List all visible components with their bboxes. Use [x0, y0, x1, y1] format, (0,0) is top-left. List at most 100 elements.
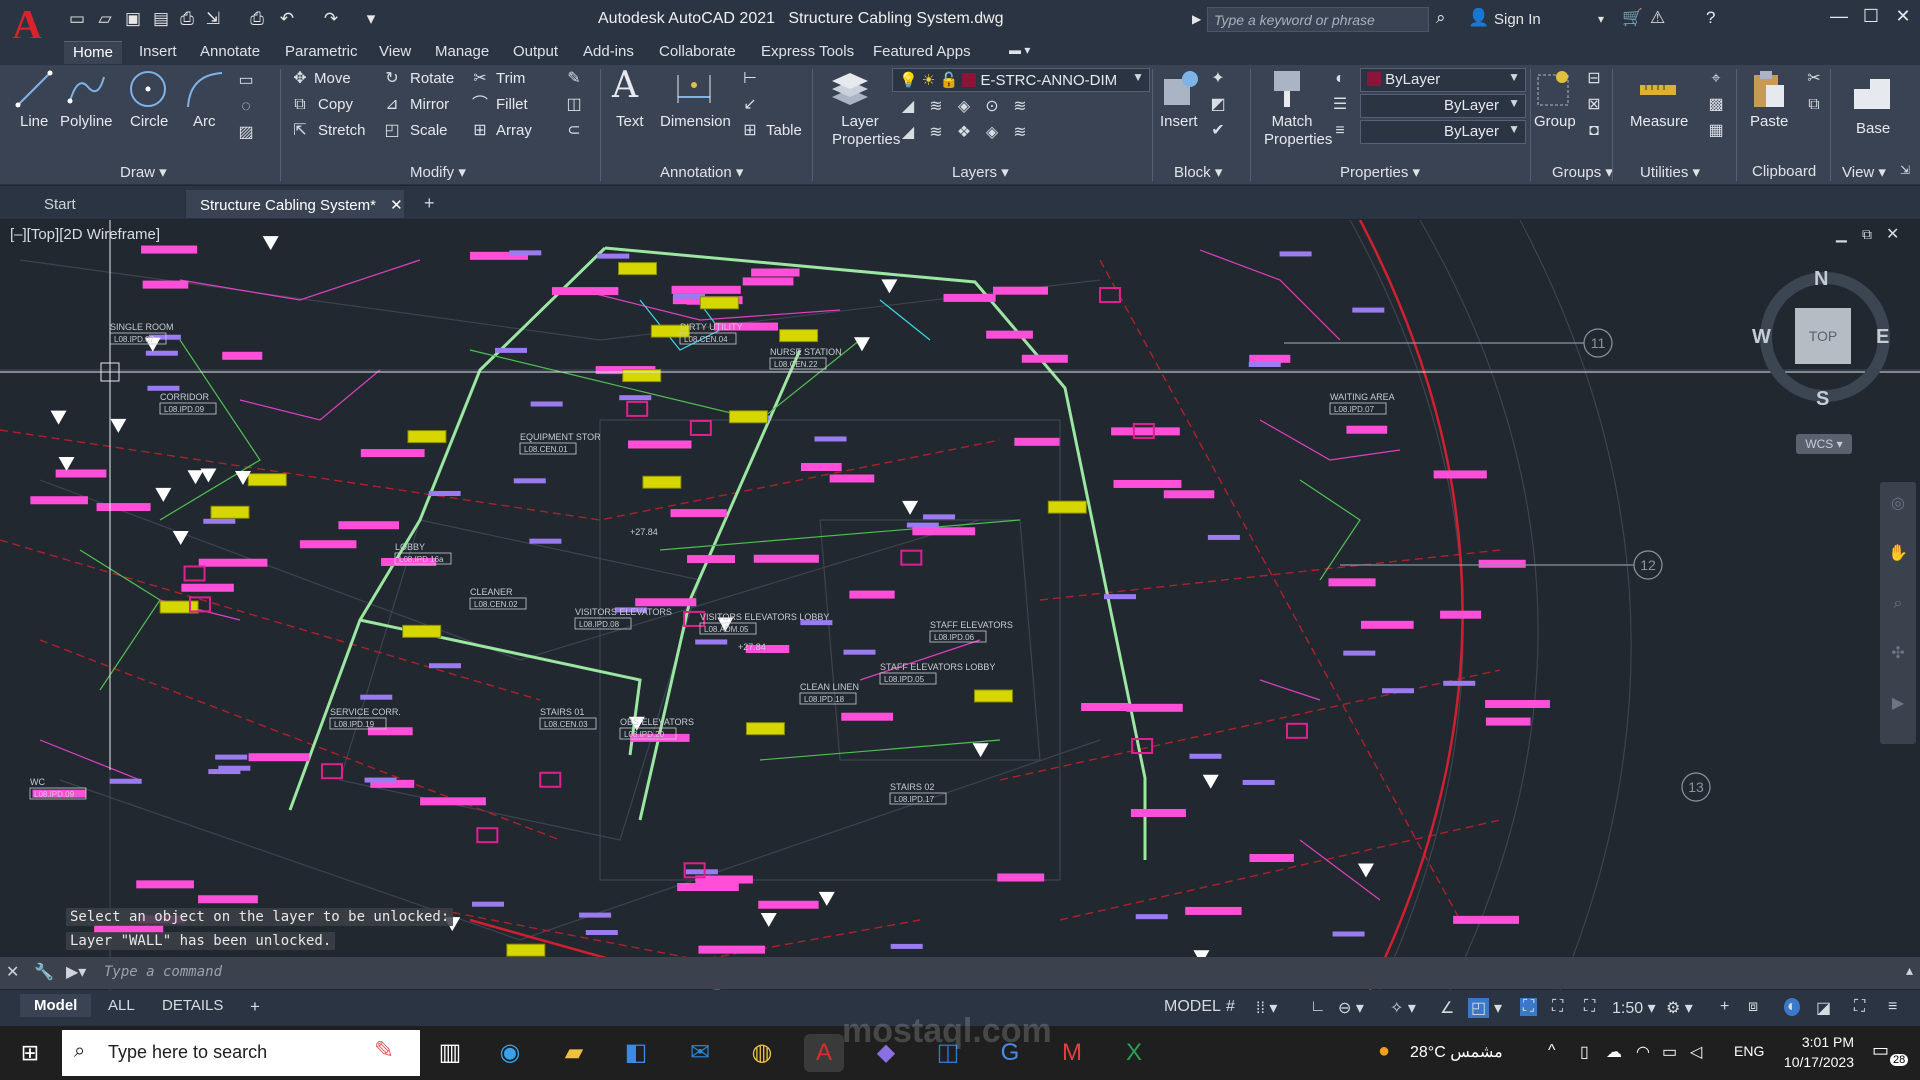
weather-icon[interactable]: ●	[1378, 1040, 1390, 1063]
help-icon[interactable]: ?	[1706, 8, 1715, 28]
fillet-button[interactable]: Fillet	[496, 96, 528, 113]
layer-tool-icon[interactable]: ≋	[926, 123, 946, 143]
cut-icon[interactable]: ✂	[1804, 69, 1824, 89]
scale-icon[interactable]: ◰	[382, 121, 402, 141]
viewport-controls[interactable]: [–][Top][2D Wireframe]	[10, 226, 160, 243]
cart-icon[interactable]: 🛒	[1622, 8, 1643, 28]
array-icon[interactable]: ⊞	[470, 121, 490, 141]
taskbar-search[interactable]: ⌕ Type here to search ✎	[62, 1030, 420, 1076]
clipboard-panel-title[interactable]: Clipboard	[1752, 163, 1816, 180]
layer-tool-icon[interactable]: ◢	[898, 123, 918, 143]
polar-icon[interactable]: ⊖ ▾	[1338, 998, 1364, 1018]
text-button[interactable]: Text	[616, 113, 644, 130]
rotate-icon[interactable]: ↻	[382, 69, 402, 89]
autocad-taskbar-icon[interactable]: A	[804, 1034, 844, 1072]
calculator-icon[interactable]: ▦	[1706, 121, 1726, 141]
orbit-icon[interactable]: ✣	[1888, 644, 1908, 664]
hardware-accel-icon[interactable]: ◪	[1816, 998, 1831, 1018]
isolate-icon[interactable]: ◐	[1784, 998, 1800, 1016]
mail-icon[interactable]: ✉	[680, 1034, 720, 1072]
clock-date[interactable]: 10/17/2023	[1772, 1054, 1854, 1070]
insert-button[interactable]: Insert	[1160, 113, 1198, 130]
search-icon[interactable]: ⌕	[1436, 8, 1446, 28]
polyline-icon[interactable]	[64, 67, 108, 111]
properties-panel-title[interactable]: Properties ▾	[1340, 163, 1420, 181]
ucs-menu[interactable]: WCS ▾	[1796, 434, 1852, 454]
customize-qat-icon[interactable]: ▾	[360, 9, 382, 29]
cad-drawing[interactable]: SINGLE ROOM L08.IPD.07 CORRIDOR L08.IPD.09 L…	[0, 220, 1920, 990]
rotate-button[interactable]: Rotate	[410, 70, 454, 87]
insert-block-icon[interactable]	[1158, 67, 1202, 111]
sign-in-link[interactable]: Sign In	[1494, 11, 1541, 28]
annotation-scale-icon[interactable]: ⛶	[1584, 998, 1595, 1016]
tab-express-tools[interactable]: Express Tools	[752, 41, 863, 64]
recent-commands-icon[interactable]: ▶▾	[66, 962, 86, 982]
notifications-icon[interactable]: ▭	[1872, 1040, 1889, 1061]
layer-tool-icon[interactable]: ⊙	[982, 97, 1002, 117]
linetype-icon[interactable]: ☰	[1330, 95, 1350, 115]
group-select-icon[interactable]: ◘	[1584, 121, 1604, 141]
excel-icon[interactable]: X	[1114, 1034, 1154, 1072]
groups-panel-title[interactable]: Groups ▾	[1552, 163, 1613, 181]
match-properties-button[interactable]: Match Properties	[1264, 113, 1332, 149]
measure-button[interactable]: Measure	[1630, 113, 1688, 130]
block-panel-title[interactable]: Block ▾	[1174, 163, 1222, 181]
tab-manage[interactable]: Manage	[426, 41, 498, 64]
auto-scale-icon[interactable]: ⛶	[1552, 998, 1563, 1016]
object-snap-icon[interactable]: ◰	[1468, 998, 1490, 1018]
ortho-icon[interactable]: ∟	[1310, 998, 1326, 1016]
save-icon[interactable]: ▣	[122, 9, 144, 29]
lineweight-icon[interactable]: ≡	[1330, 121, 1350, 141]
grid-icon[interactable]: #	[1226, 998, 1235, 1016]
table-icon[interactable]: ⊞	[740, 121, 760, 141]
pan-icon[interactable]: ✋	[1888, 544, 1908, 564]
tab-output[interactable]: Output	[504, 41, 567, 64]
copy-clip-icon[interactable]: ⧉	[1804, 95, 1824, 115]
move-button[interactable]: Move	[314, 70, 351, 87]
layer-properties-icon[interactable]	[828, 67, 872, 111]
polyline-button[interactable]: Polyline	[60, 113, 113, 130]
viewport-restore-icon[interactable]: ⧉	[1862, 226, 1872, 243]
compass-east[interactable]: E	[1876, 326, 1889, 349]
file-explorer-icon[interactable]: ▰	[554, 1034, 594, 1072]
layers-panel-title[interactable]: Layers ▾	[952, 163, 1009, 181]
stretch-button[interactable]: Stretch	[318, 122, 366, 139]
explode-icon[interactable]: ◫	[564, 95, 584, 115]
measure-icon[interactable]	[1636, 67, 1680, 111]
layout-tab-model[interactable]: Model	[20, 994, 92, 1017]
erase-icon[interactable]: ✎	[564, 69, 584, 89]
new-file-icon[interactable]: ▭	[66, 9, 88, 29]
block-attributes-icon[interactable]: ✔	[1208, 121, 1228, 141]
close-icon[interactable]: ✕	[1890, 6, 1916, 30]
panel-expand-icon[interactable]: ⇲	[1900, 163, 1910, 177]
ungroup-icon[interactable]: ⊟	[1584, 69, 1604, 89]
layer-tool-icon[interactable]: ◈	[982, 123, 1002, 143]
stretch-icon[interactable]: ⇱	[290, 121, 310, 141]
edge-icon[interactable]: ◉	[490, 1034, 530, 1072]
linetype-dropdown[interactable]: ByLayer ▼	[1360, 94, 1526, 118]
save-as-icon[interactable]: ▤	[150, 9, 172, 29]
chrome-icon[interactable]: ◍	[742, 1034, 782, 1072]
tab-home[interactable]: Home	[64, 41, 123, 64]
tab-view[interactable]: View	[370, 41, 420, 64]
compass-west[interactable]: W	[1752, 326, 1771, 349]
annotation-visibility-icon[interactable]: ⛶	[1520, 998, 1538, 1016]
expand-arrow-icon[interactable]: ▶	[1192, 12, 1201, 26]
customize-status-icon[interactable]: ≡	[1888, 998, 1897, 1016]
fillet-icon[interactable]: ⌒	[470, 95, 490, 115]
upload-icon[interactable]: ⎙	[176, 9, 198, 29]
view-panel-title[interactable]: View ▾	[1842, 163, 1886, 181]
base-view-icon[interactable]	[1850, 73, 1894, 117]
maximize-icon[interactable]: ☐	[1858, 6, 1884, 30]
units-icon[interactable]: ⧈	[1748, 998, 1758, 1016]
annotation-panel-title[interactable]: Annotation ▾	[660, 163, 743, 181]
trim-button[interactable]: Trim	[496, 70, 525, 87]
modify-panel-title[interactable]: Modify ▾	[410, 163, 466, 181]
hatch-icon[interactable]: ◌	[236, 97, 256, 117]
tab-start[interactable]: Start	[30, 190, 184, 218]
group-edit-icon[interactable]: ⊠	[1584, 95, 1604, 115]
base-button[interactable]: Base	[1856, 120, 1890, 137]
id-point-icon[interactable]: ⌖	[1706, 69, 1726, 89]
tab-featured-apps[interactable]: Featured Apps	[864, 41, 980, 64]
color-dropdown[interactable]: ByLayer ▼	[1360, 68, 1526, 92]
